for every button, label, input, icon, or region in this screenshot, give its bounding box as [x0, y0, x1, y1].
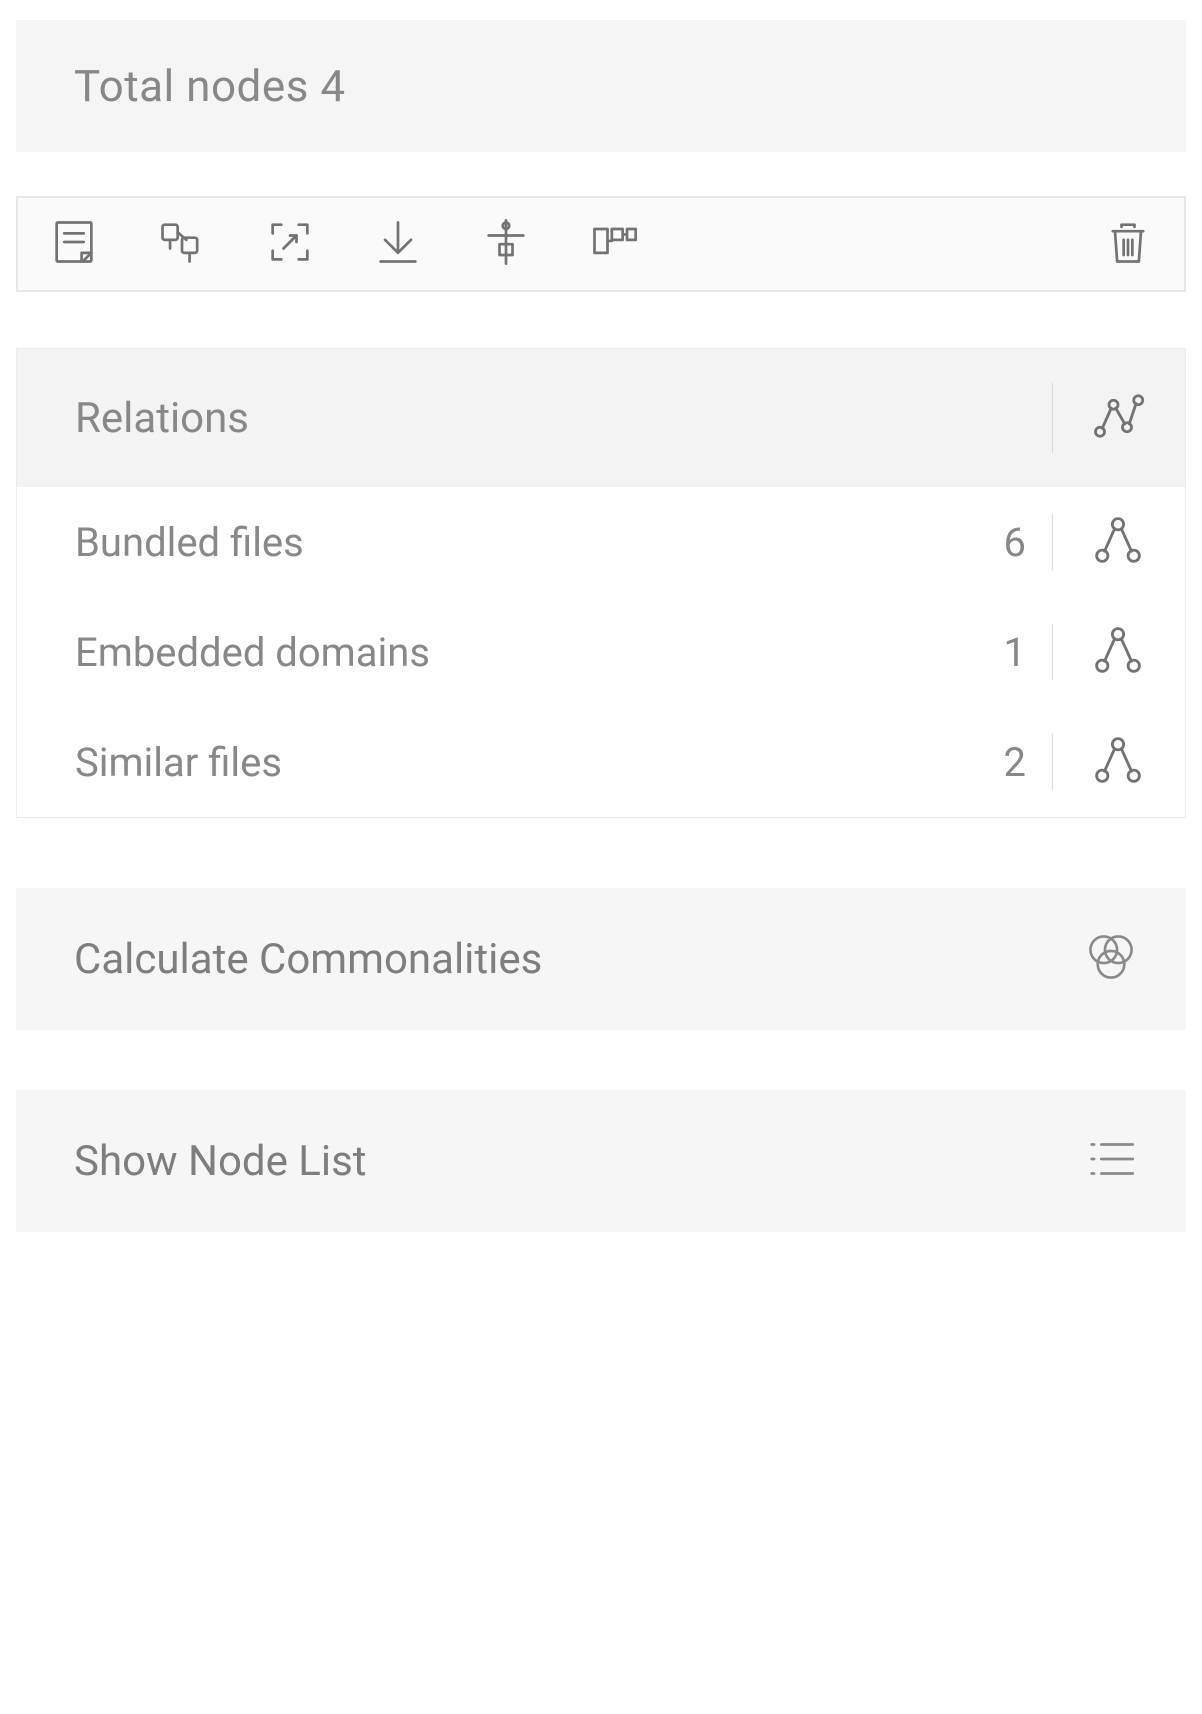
total-nodes-header: Total nodes 4 — [16, 20, 1186, 152]
download-button[interactable] — [370, 216, 426, 272]
note-icon — [48, 216, 100, 272]
relation-label: Bundled files — [75, 519, 1004, 566]
relation-count: 1 — [1004, 629, 1026, 676]
show-node-list-button[interactable]: Show Node List — [16, 1090, 1186, 1232]
list-icon — [1082, 1130, 1140, 1192]
relations-title: Relations — [75, 394, 1052, 443]
relation-count: 6 — [1004, 519, 1026, 566]
relation-row-bundled-files[interactable]: Bundled files 6 — [17, 487, 1185, 597]
venn-icon — [1082, 928, 1140, 990]
separator — [1052, 624, 1053, 680]
trash-icon — [1102, 216, 1154, 272]
separator — [1052, 514, 1053, 570]
relation-label: Similar files — [75, 739, 1004, 786]
relations-section: Relations Bundled files 6 — [16, 348, 1186, 818]
calculate-commonalities-button[interactable]: Calculate Commonalities — [16, 888, 1186, 1030]
pin-button[interactable] — [154, 216, 210, 272]
separator — [1052, 734, 1053, 790]
calculate-commonalities-label: Calculate Commonalities — [74, 935, 1082, 984]
balance-icon — [480, 216, 532, 272]
relation-label: Embedded domains — [75, 629, 1004, 676]
tree-icon[interactable] — [1091, 733, 1145, 791]
delete-button[interactable] — [1100, 216, 1156, 272]
pin-icon — [156, 216, 208, 272]
relation-count: 2 — [1004, 739, 1026, 786]
balance-button[interactable] — [478, 216, 534, 272]
show-node-list-label: Show Node List — [74, 1137, 1082, 1186]
download-icon — [372, 216, 424, 272]
tree-icon[interactable] — [1091, 623, 1145, 681]
expand-button[interactable] — [262, 216, 318, 272]
note-button[interactable] — [46, 216, 102, 272]
graph-icon[interactable] — [1091, 389, 1145, 447]
layout-button[interactable] — [586, 216, 642, 272]
layout-icon — [588, 216, 640, 272]
relations-header: Relations — [17, 349, 1185, 487]
total-nodes-label: Total nodes 4 — [74, 60, 1128, 112]
side-panel: Total nodes 4 — [0, 20, 1202, 1232]
tree-icon[interactable] — [1091, 513, 1145, 571]
toolbar — [16, 196, 1186, 292]
relation-row-similar-files[interactable]: Similar files 2 — [17, 707, 1185, 817]
relation-row-embedded-domains[interactable]: Embedded domains 1 — [17, 597, 1185, 707]
expand-icon — [264, 216, 316, 272]
separator — [1052, 383, 1053, 453]
